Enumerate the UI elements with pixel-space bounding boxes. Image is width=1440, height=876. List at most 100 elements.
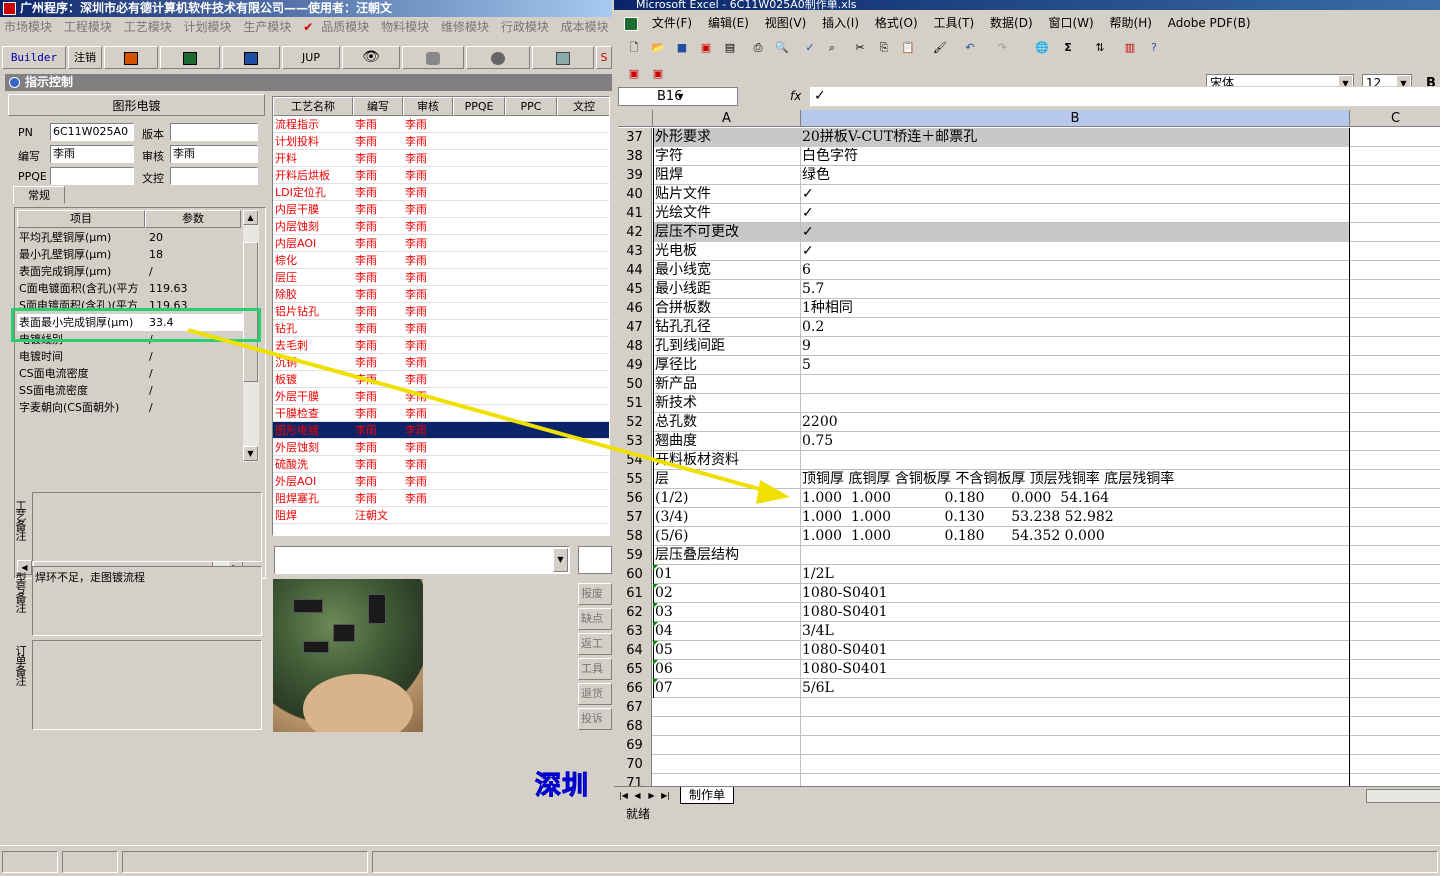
row-header[interactable]: 46	[618, 299, 652, 318]
cell-a[interactable]: 01	[653, 565, 801, 584]
cell-a[interactable]: 贴片文件	[653, 185, 801, 204]
row-header[interactable]: 58	[618, 527, 652, 546]
param-row[interactable]: SS面电流密度 /	[17, 382, 243, 399]
cell-b[interactable]	[801, 774, 1350, 786]
sheet-tab[interactable]: 制作单	[680, 787, 735, 804]
process-row[interactable]: 内层蚀刻 李雨 李雨	[273, 218, 609, 235]
author-field[interactable]: 李雨	[50, 145, 134, 163]
cell-b[interactable]: 1.000 1.000 0.130 53.238 52.982	[801, 508, 1350, 527]
formula-input[interactable]: ✓	[810, 87, 1440, 106]
order-note-box[interactable]	[32, 640, 262, 730]
param-row[interactable]: CS面电流密度 /	[17, 365, 243, 382]
cell-a[interactable]: 合拼板数	[653, 299, 801, 318]
row-header[interactable]: 48	[618, 337, 652, 356]
chevron-down-icon[interactable]: ▼	[553, 548, 568, 572]
cell-b[interactable]: 1/2L	[801, 565, 1350, 584]
cell-a[interactable]	[653, 698, 801, 717]
row-header[interactable]: 65	[618, 660, 652, 679]
cell-b[interactable]	[801, 717, 1350, 736]
cell-b[interactable]: 2200	[801, 413, 1350, 432]
cell-b[interactable]: 白色字符	[801, 147, 1350, 166]
menu-edit[interactable]: 编辑(E)	[708, 12, 749, 34]
process-row[interactable]: 外层蚀刻 李雨 李雨	[273, 439, 609, 456]
cell-a[interactable]: 最小线宽	[653, 261, 801, 280]
cell-a[interactable]	[653, 774, 801, 786]
cell-a[interactable]: 新技术	[653, 394, 801, 413]
row-header[interactable]: 49	[618, 356, 652, 375]
cell-a[interactable]: 04	[653, 622, 801, 641]
row-header[interactable]: 50	[618, 375, 652, 394]
process-row[interactable]: 层压 李雨 李雨	[273, 269, 609, 286]
side-button[interactable]: 返工	[578, 633, 612, 655]
param-row[interactable]: 平均孔壁铜厚(μm) 20	[17, 229, 243, 246]
process-row[interactable]: 去毛刺 李雨 李雨	[273, 337, 609, 354]
name-box[interactable]: B16 ▼	[618, 87, 738, 106]
cell-a[interactable]: 层压叠层结构	[653, 546, 801, 565]
row-header[interactable]: 52	[618, 413, 652, 432]
chart-wizard-icon[interactable]: ▥	[1122, 40, 1138, 56]
cell-a[interactable]: 07	[653, 679, 801, 698]
row-header[interactable]: 71	[618, 774, 652, 786]
view-button[interactable]: 👁	[342, 46, 400, 69]
menu-window[interactable]: 窗口(W)	[1048, 12, 1093, 34]
row-header[interactable]: 40	[618, 185, 652, 204]
row-header[interactable]: 44	[618, 261, 652, 280]
process-row[interactable]: 图形电镀 李雨 李雨	[273, 422, 609, 439]
cell-a[interactable]: (1/2)	[653, 489, 801, 508]
pn-field[interactable]: 6C11W025A0	[50, 123, 134, 141]
undo-icon[interactable]: ↶	[962, 40, 978, 56]
param-row[interactable]: 最小孔壁铜厚(μm) 18	[17, 246, 243, 263]
format-painter-icon[interactable]: 🖌	[932, 40, 948, 56]
help-icon[interactable]: ?	[1146, 40, 1162, 56]
word-export-button[interactable]	[222, 46, 280, 69]
prev-sheet-icon[interactable]: ◀	[632, 789, 643, 802]
process-row[interactable]: 开料 李雨 李雨	[273, 150, 609, 167]
redo-icon[interactable]: ↷	[994, 40, 1010, 56]
row-header[interactable]: 56	[618, 489, 652, 508]
process-row[interactable]: 阻焊塞孔 李雨 李雨	[273, 490, 609, 507]
process-row[interactable]: 外层AOI 李雨 李雨	[273, 473, 609, 490]
process-row[interactable]: 除胶 李雨 李雨	[273, 286, 609, 303]
copy-icon[interactable]: ⎘	[876, 40, 892, 56]
row-header[interactable]: 43	[618, 242, 652, 261]
cell-a[interactable]: 钻孔孔径	[653, 318, 801, 337]
param-row[interactable]: 字麦朝向(CS面朝外) /	[17, 399, 243, 416]
menu-cost[interactable]: 成本模块	[561, 17, 609, 37]
side-button[interactable]: 报废	[578, 583, 612, 605]
cell-b[interactable]: 1080-S0401	[801, 584, 1350, 603]
menu-maintenance[interactable]: 维修模块	[441, 17, 489, 37]
computer-button[interactable]	[532, 46, 594, 69]
row-header[interactable]: 54	[618, 451, 652, 470]
menu-format[interactable]: 格式(O)	[875, 12, 918, 34]
menu-plan[interactable]: 计划模块	[184, 17, 232, 37]
autosum-icon[interactable]: Σ	[1060, 40, 1076, 56]
fx-icon[interactable]: fx	[790, 87, 801, 106]
cut-icon[interactable]: ✂	[852, 40, 868, 56]
cell-b[interactable]: 1080-S0401	[801, 603, 1350, 622]
cell-a[interactable]: 06	[653, 660, 801, 679]
hyperlink-icon[interactable]: 🌐	[1034, 40, 1050, 56]
cell-b[interactable]	[801, 698, 1350, 717]
process-row[interactable]: 外层干膜 李雨 李雨	[273, 388, 609, 405]
scroll-up-icon[interactable]: ▲	[243, 210, 258, 225]
cell-b[interactable]	[801, 375, 1350, 394]
side-button[interactable]: 投诉	[578, 708, 612, 730]
menu-quality[interactable]: 品质模块	[321, 17, 369, 37]
cell-a[interactable]: 厚径比	[653, 356, 801, 375]
cell-a[interactable]: 总孔数	[653, 413, 801, 432]
col-doc-control[interactable]: 文控	[557, 97, 609, 116]
process-row[interactable]: 内层AOI 李雨 李雨	[273, 235, 609, 252]
ppqe-field[interactable]	[50, 167, 134, 185]
side-button[interactable]: 退货	[578, 683, 612, 705]
cell-b[interactable]: 顶铜厚 底铜厚 含铜板厚 不含铜板厚 顶层残铜率 底层残铜率	[801, 470, 1350, 489]
permission-icon[interactable]: ▤	[722, 40, 738, 56]
menu-file[interactable]: 文件(F)	[652, 12, 692, 34]
cell-b[interactable]: 5	[801, 356, 1350, 375]
cell-a[interactable]: 开料板材资料	[653, 451, 801, 470]
cell-b[interactable]: 0.2	[801, 318, 1350, 337]
print-preview-icon[interactable]: 🔍	[774, 40, 790, 56]
process-row[interactable]: 阻焊 汪朝文	[273, 507, 609, 524]
process-row[interactable]: 钻孔 李雨 李雨	[273, 320, 609, 337]
cell-b[interactable]: ✓	[801, 223, 1350, 242]
row-header[interactable]: 68	[618, 717, 652, 736]
